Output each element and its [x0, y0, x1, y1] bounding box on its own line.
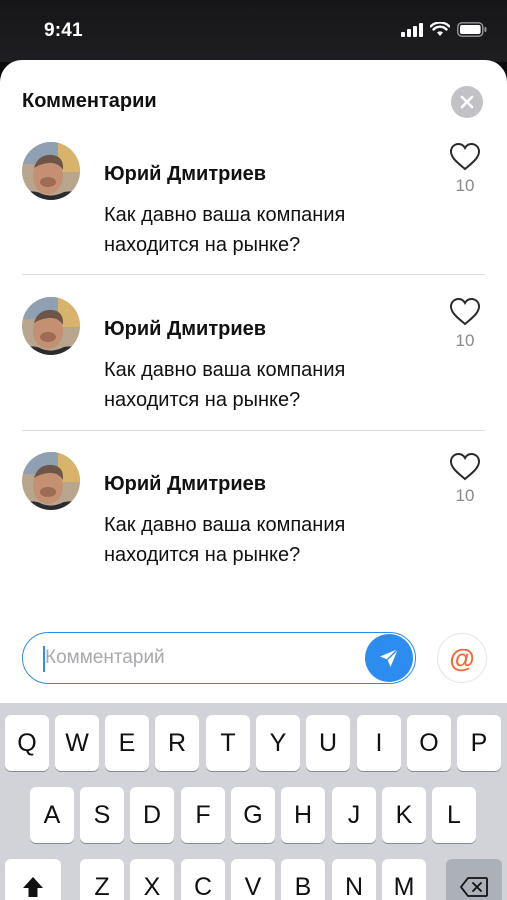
comment-text: Как давно ваша компания находится на рын… [104, 204, 346, 256]
key-g[interactable]: G [231, 787, 275, 843]
key-x[interactable]: X [130, 859, 174, 900]
key-p[interactable]: P [457, 715, 501, 771]
comment-author: Юрий Дмитриев [104, 318, 267, 340]
battery-icon [457, 22, 487, 37]
key-m[interactable]: M [382, 859, 426, 900]
comment-author: Юрий Дмитриев [104, 163, 267, 185]
key-z[interactable]: Z [80, 859, 124, 900]
heart-icon [449, 142, 481, 171]
status-bar: 9:41 [0, 0, 507, 62]
key-i[interactable]: I [357, 715, 401, 771]
comment-input[interactable] [45, 645, 365, 671]
key-f[interactable]: F [181, 787, 225, 843]
send-button[interactable] [365, 634, 413, 682]
backspace-key[interactable] [446, 859, 502, 900]
sheet-header: Комментарии [0, 60, 507, 140]
like-button[interactable]: 10 [445, 142, 485, 196]
key-s[interactable]: S [80, 787, 124, 843]
key-w[interactable]: W [55, 715, 99, 771]
backspace-icon [460, 877, 488, 897]
keyboard: Q W E R T Y U I O P A S D F G H J K L Z … [0, 703, 507, 900]
key-y[interactable]: Y [256, 715, 300, 771]
mention-button[interactable]: @ [437, 633, 487, 683]
like-button[interactable]: 10 [445, 452, 485, 506]
comment-text: Как давно ваша компания находится на рын… [104, 359, 346, 411]
heart-icon [449, 452, 481, 481]
shift-icon [23, 877, 43, 897]
key-q[interactable]: Q [5, 715, 49, 771]
key-e[interactable]: E [105, 715, 149, 771]
avatar[interactable] [22, 452, 80, 510]
comment-author: Юрий Дмитриев [104, 473, 267, 495]
comment-text: Как давно ваша компания находится на рын… [104, 514, 346, 566]
sheet-title: Комментарии [22, 90, 157, 112]
key-n[interactable]: N [332, 859, 376, 900]
like-count: 10 [455, 486, 475, 505]
close-button[interactable] [451, 86, 483, 118]
wifi-icon [430, 22, 450, 36]
signal-icon [401, 22, 423, 37]
key-v[interactable]: V [231, 859, 275, 900]
send-icon [380, 648, 399, 667]
key-b[interactable]: B [281, 859, 325, 900]
like-button[interactable]: 10 [445, 297, 485, 351]
comment-composer: @ [0, 632, 507, 684]
avatar[interactable] [22, 142, 80, 200]
heart-icon [449, 297, 481, 326]
divider [22, 430, 485, 431]
like-count: 10 [455, 331, 475, 350]
divider [22, 274, 485, 275]
key-l[interactable]: L [432, 787, 476, 843]
key-u[interactable]: U [306, 715, 350, 771]
key-j[interactable]: J [332, 787, 376, 843]
comment-input-container[interactable] [22, 632, 416, 684]
status-icons [401, 22, 487, 37]
at-icon: @ [449, 643, 475, 673]
key-d[interactable]: D [130, 787, 174, 843]
status-time: 9:41 [44, 20, 83, 41]
comment-item: Юрий Дмитриев Как давно ваша компания на… [0, 297, 507, 452]
close-icon [460, 95, 474, 109]
key-r[interactable]: R [155, 715, 199, 771]
avatar[interactable] [22, 297, 80, 355]
key-t[interactable]: T [206, 715, 250, 771]
key-k[interactable]: K [382, 787, 426, 843]
comment-item: Юрий Дмитриев Как давно ваша компания на… [0, 452, 507, 607]
shift-key[interactable] [5, 859, 61, 900]
key-h[interactable]: H [281, 787, 325, 843]
key-o[interactable]: O [407, 715, 451, 771]
key-a[interactable]: A [30, 787, 74, 843]
like-count: 10 [455, 176, 475, 195]
key-c[interactable]: C [181, 859, 225, 900]
